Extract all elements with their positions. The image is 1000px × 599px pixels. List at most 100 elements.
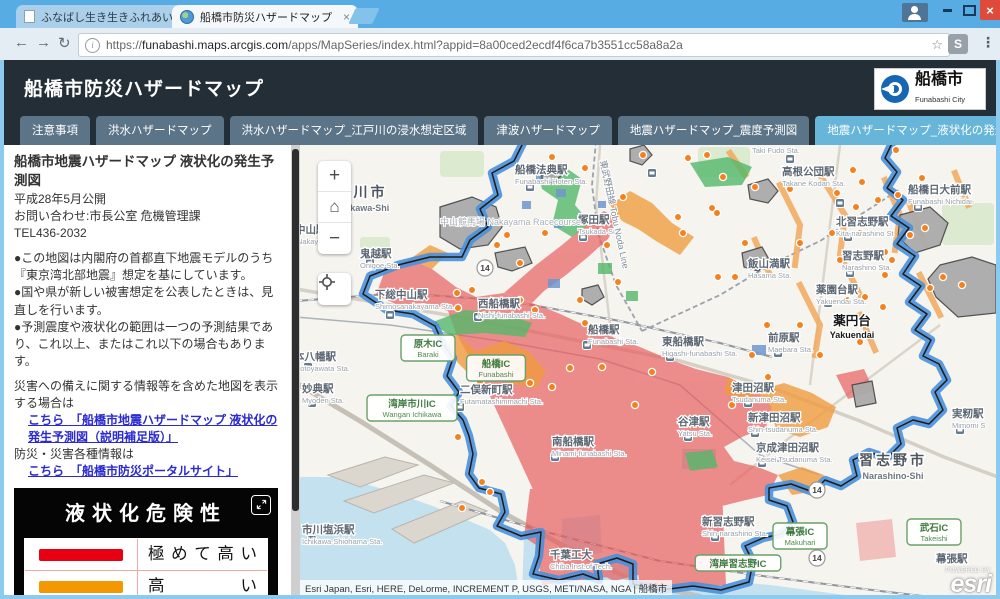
facility-dot[interactable] [796, 321, 803, 328]
facility-dot[interactable] [679, 229, 686, 236]
facility-dot[interactable] [926, 284, 933, 291]
facility-dot[interactable] [764, 373, 771, 380]
facility-dot[interactable] [486, 488, 493, 495]
facility-dot[interactable] [852, 203, 859, 210]
facility-dot[interactable] [751, 183, 758, 190]
zoom-in-button[interactable]: + [318, 161, 351, 192]
facility-dot[interactable] [958, 281, 965, 288]
map-canvas[interactable]: 141414市川市Ichikawa-Shi習志野市Narashino-Shi鬼越… [300, 145, 996, 595]
legend-label: 高い [138, 575, 267, 595]
supplement-map-link[interactable]: こちら 「船橋市地震ハザードマップ 液状化の発生予測図（説明補足版）」 [28, 412, 283, 446]
browser-tab-1[interactable]: ふなばし生き生きふれあいマ × [16, 5, 182, 28]
legend-expand-icon[interactable] [251, 495, 271, 515]
facility-dot[interactable] [453, 289, 460, 296]
facility-dot[interactable] [614, 278, 621, 285]
map-viewport[interactable]: 141414市川市Ichikawa-Shi習志野市Narashino-Shi鬼越… [300, 145, 996, 595]
facility-dot[interactable] [849, 166, 856, 173]
facility-dot[interactable] [548, 153, 555, 160]
home-button[interactable]: ⌂ [318, 192, 351, 223]
map-label: 千葉工大 [550, 548, 592, 561]
facility-dot[interactable] [796, 239, 803, 246]
zoom-out-button[interactable]: − [318, 223, 351, 254]
facility-dot[interactable] [714, 273, 721, 280]
map-label: 下総中山駅 [375, 288, 428, 301]
facility-dot[interactable] [719, 173, 726, 180]
facility-dot[interactable] [894, 191, 901, 198]
facility-dot[interactable] [828, 229, 835, 236]
maximize-button[interactable] [958, 0, 980, 20]
close-window-button[interactable]: × [980, 0, 1000, 20]
hazard-map-tab[interactable]: 地震ハザードマップ_震度予測図 [618, 116, 809, 145]
facility-dot[interactable] [939, 273, 946, 280]
facility-dot[interactable] [631, 401, 638, 408]
facility-dot[interactable] [741, 239, 748, 246]
reload-icon[interactable]: ↻ [58, 34, 71, 52]
scrollbar-thumb[interactable] [292, 149, 299, 511]
facility-dot[interactable] [879, 303, 886, 310]
facility-dot[interactable] [581, 164, 588, 171]
facility-dot[interactable] [881, 271, 888, 278]
bookmark-star-icon[interactable]: ☆ [931, 37, 943, 53]
facility-dot[interactable] [816, 351, 823, 358]
minimize-button[interactable] [936, 0, 958, 20]
facility-dot[interactable] [458, 504, 465, 511]
facility-dot[interactable] [858, 178, 865, 185]
facility-dot[interactable] [921, 224, 928, 231]
facility-dot[interactable] [639, 151, 646, 158]
hazard-map-tab[interactable]: 注意事項 [20, 116, 90, 145]
facility-dot[interactable] [833, 189, 840, 196]
info-icon[interactable]: i [85, 38, 100, 53]
address-bar[interactable]: i https://funabashi.maps.arcgis.com/apps… [78, 33, 950, 57]
map-label: 谷津駅 [678, 415, 710, 428]
hazard-map-tab[interactable]: 洪水ハザードマップ [96, 116, 224, 145]
facility-dot[interactable] [598, 363, 605, 370]
facility-dot[interactable] [892, 146, 899, 153]
facility-dot[interactable] [603, 241, 610, 248]
sidebar-scrollbar[interactable] [291, 145, 300, 595]
legend-swatch [39, 581, 123, 593]
facility-dot[interactable] [576, 296, 583, 303]
facility-dot[interactable] [454, 433, 461, 440]
facility-dot[interactable] [503, 231, 510, 238]
facility-dot[interactable] [493, 241, 500, 248]
facility-dot[interactable] [684, 154, 691, 161]
facility-dot[interactable] [516, 259, 523, 266]
map-label: Yakuendai Sta. [816, 297, 866, 306]
facility-dot[interactable] [619, 193, 626, 200]
hazard-map-tab[interactable]: 洪水ハザードマップ_江戸川の浸水想定区域 [230, 116, 479, 145]
portal-site-link[interactable]: こちら 「船橋市防災ポータルサイト」 [28, 463, 283, 480]
facility-dot[interactable] [454, 304, 461, 311]
map-label: 習志野市 [859, 452, 927, 468]
legend-row: 極めて高い [25, 539, 267, 571]
facility-dot[interactable] [478, 478, 485, 485]
hazard-map-tab[interactable]: 津波ハザードマップ [484, 116, 612, 145]
browser-tab-2[interactable]: 船橋市防災ハザードマップ × [172, 5, 358, 28]
facility-dot[interactable] [548, 383, 555, 390]
map-label: Nishi-funabashi Sta. [478, 311, 545, 320]
facility-dot[interactable] [703, 151, 710, 158]
facility-dot[interactable] [526, 379, 533, 386]
map-label: Ichikawa Shiohama Sta. [302, 537, 382, 546]
map-label: 湾岸習志野IC [709, 558, 766, 570]
facility-dot[interactable] [541, 229, 548, 236]
extension-badge[interactable]: S [948, 34, 968, 54]
facility-dot[interactable] [731, 273, 738, 280]
back-icon[interactable]: ← [14, 34, 29, 51]
facility-dot[interactable] [763, 321, 770, 328]
facility-dot[interactable] [918, 174, 925, 181]
menu-icon[interactable]: ⋮ [981, 34, 995, 51]
facility-dot[interactable] [468, 286, 475, 293]
facility-dot[interactable] [906, 231, 913, 238]
map-label: 14 [812, 553, 822, 563]
forward-icon[interactable]: → [36, 34, 51, 51]
notice-bullet-2: ●国や県が新しい被害想定を公表したときは、見直しを行います。 [14, 284, 283, 318]
hazard-map-tab[interactable]: 地震ハザードマップ_液状化の発生予測図 [815, 116, 996, 145]
facility-dot[interactable] [648, 368, 655, 375]
facility-dot[interactable] [713, 209, 720, 216]
facility-dot[interactable] [748, 351, 755, 358]
facility-dot[interactable] [566, 364, 573, 371]
facility-dot[interactable] [874, 196, 881, 203]
profile-button[interactable] [902, 3, 928, 22]
locate-button[interactable] [318, 273, 351, 305]
facility-dot[interactable] [674, 213, 681, 220]
